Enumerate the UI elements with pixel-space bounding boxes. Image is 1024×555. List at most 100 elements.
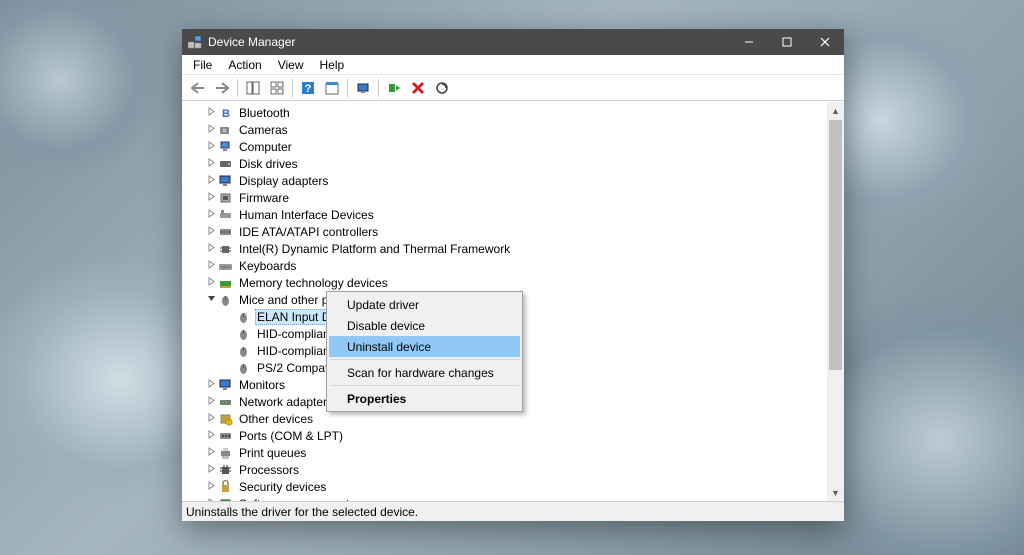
- nav-forward-button[interactable]: [211, 77, 233, 99]
- tree-category-item[interactable]: Computer: [182, 138, 827, 155]
- chevron-right-icon[interactable]: [204, 260, 218, 272]
- chevron-right-icon[interactable]: [204, 447, 218, 459]
- mouse-icon: [236, 310, 252, 324]
- scroll-up-icon[interactable]: ▲: [827, 102, 844, 119]
- mouse-icon: [236, 344, 252, 358]
- menu-update-driver[interactable]: Update driver: [329, 294, 520, 315]
- sec-icon: [218, 480, 234, 494]
- chevron-right-icon[interactable]: [204, 107, 218, 119]
- tree-category-item[interactable]: Human Interface Devices: [182, 206, 827, 223]
- vertical-scrollbar[interactable]: ▲ ▼: [827, 102, 844, 501]
- kbd-icon: [218, 259, 234, 273]
- toolbar-separator: [378, 79, 379, 97]
- scroll-down-icon[interactable]: ▼: [827, 484, 844, 501]
- chevron-right-icon[interactable]: [204, 226, 218, 238]
- mouse-icon: [218, 293, 234, 307]
- tree-item-label: Ports (COM & LPT): [237, 429, 345, 443]
- hid-icon: [218, 208, 234, 222]
- device-manager-window: Device Manager File Action View Help: [182, 29, 844, 521]
- menu-view[interactable]: View: [271, 56, 311, 74]
- menubar: File Action View Help: [182, 55, 844, 75]
- tree-item-label: Cameras: [237, 123, 290, 137]
- chevron-right-icon[interactable]: [204, 243, 218, 255]
- other-icon: !: [218, 412, 234, 426]
- nav-back-button[interactable]: [187, 77, 209, 99]
- menu-uninstall-device[interactable]: Uninstall device: [329, 336, 520, 357]
- tree-category-item[interactable]: ! Other devices: [182, 410, 827, 427]
- device-manager-icon: [188, 35, 202, 49]
- tree-item-label: Network adapters: [237, 395, 335, 409]
- tree-category-item[interactable]: Intel(R) Dynamic Platform and Thermal Fr…: [182, 240, 827, 257]
- show-hide-console-button[interactable]: [242, 77, 264, 99]
- mon-icon: [218, 378, 234, 392]
- tile-button[interactable]: [266, 77, 288, 99]
- tree-category-item[interactable]: Firmware: [182, 189, 827, 206]
- fw-icon: [218, 191, 234, 205]
- chevron-right-icon[interactable]: [204, 379, 218, 391]
- close-button[interactable]: [806, 29, 844, 55]
- chevron-right-icon[interactable]: [204, 175, 218, 187]
- tree-category-item[interactable]: Ports (COM & LPT): [182, 427, 827, 444]
- chevron-right-icon[interactable]: [204, 158, 218, 170]
- tree-category-item[interactable]: Cameras: [182, 121, 827, 138]
- tree-item-label: Bluetooth: [237, 106, 292, 120]
- tree-item-label: Software components: [237, 497, 357, 502]
- tree-item-label: Computer: [237, 140, 294, 154]
- tree-category-item[interactable]: Print queues: [182, 444, 827, 461]
- pc-icon: [218, 140, 234, 154]
- chevron-right-icon[interactable]: [204, 124, 218, 136]
- chevron-right-icon[interactable]: [204, 481, 218, 493]
- menu-scan-hardware[interactable]: Scan for hardware changes: [329, 362, 520, 383]
- update-driver-button[interactable]: [352, 77, 374, 99]
- chevron-right-icon[interactable]: [204, 192, 218, 204]
- tree-item-label: Print queues: [237, 446, 308, 460]
- tree-item-label: Security devices: [237, 480, 328, 494]
- scan-hardware-button[interactable]: [431, 77, 453, 99]
- tree-category-item[interactable]: Processors: [182, 461, 827, 478]
- menu-separator: [330, 385, 519, 386]
- tree-category-item[interactable]: BBluetooth: [182, 104, 827, 121]
- chevron-right-icon[interactable]: [204, 277, 218, 289]
- menu-file[interactable]: File: [186, 56, 219, 74]
- tree-category-item[interactable]: Software components: [182, 495, 827, 501]
- tree-category-item[interactable]: Keyboards: [182, 257, 827, 274]
- minimize-button[interactable]: [730, 29, 768, 55]
- uninstall-device-button[interactable]: [407, 77, 429, 99]
- print-icon: [218, 446, 234, 460]
- mouse-icon: [236, 361, 252, 375]
- scrollbar-thumb[interactable]: [829, 120, 842, 370]
- tree-category-item[interactable]: IDE ATA/ATAPI controllers: [182, 223, 827, 240]
- tree-category-item[interactable]: Disk drives: [182, 155, 827, 172]
- chevron-right-icon[interactable]: [204, 396, 218, 408]
- chevron-right-icon[interactable]: [204, 413, 218, 425]
- help-button[interactable]: ?: [297, 77, 319, 99]
- enable-device-button[interactable]: [383, 77, 405, 99]
- cpu-icon: [218, 242, 234, 256]
- tree-item-label: Human Interface Devices: [237, 208, 376, 222]
- tree-item-label: Other devices: [237, 412, 315, 426]
- titlebar[interactable]: Device Manager: [182, 29, 844, 55]
- chevron-right-icon[interactable]: [204, 464, 218, 476]
- chevron-right-icon[interactable]: [204, 209, 218, 221]
- menu-disable-device[interactable]: Disable device: [329, 315, 520, 336]
- tree-item-label: Memory technology devices: [237, 276, 390, 290]
- properties-button[interactable]: [321, 77, 343, 99]
- ide-icon: [218, 225, 234, 239]
- menu-properties[interactable]: Properties: [329, 388, 520, 409]
- mem-icon: [218, 276, 234, 290]
- maximize-button[interactable]: [768, 29, 806, 55]
- menu-action[interactable]: Action: [221, 56, 268, 74]
- tree-category-item[interactable]: Security devices: [182, 478, 827, 495]
- menu-help[interactable]: Help: [313, 56, 352, 74]
- tree-category-item[interactable]: Display adapters: [182, 172, 827, 189]
- chevron-down-icon[interactable]: [204, 294, 218, 306]
- net-icon: [218, 395, 234, 409]
- toolbar-separator: [237, 79, 238, 97]
- svg-text:!: !: [228, 420, 229, 426]
- chevron-right-icon[interactable]: [204, 430, 218, 442]
- tree-category-item[interactable]: Memory technology devices: [182, 274, 827, 291]
- chevron-right-icon[interactable]: [204, 498, 218, 502]
- tree-item-label: Display adapters: [237, 174, 330, 188]
- titlebar-controls: [730, 29, 844, 55]
- chevron-right-icon[interactable]: [204, 141, 218, 153]
